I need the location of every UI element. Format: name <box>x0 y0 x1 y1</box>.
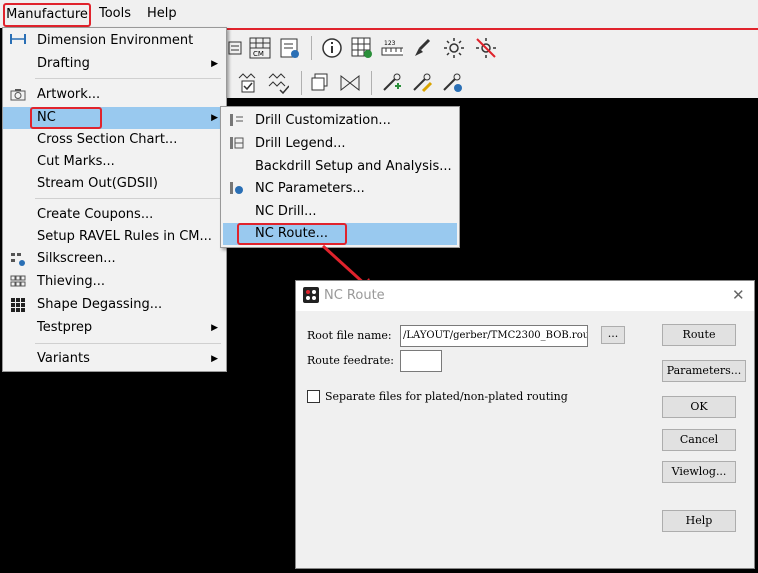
dimension-icon <box>9 33 27 49</box>
toolbar-separator <box>301 71 302 95</box>
dialog-title: NC Route <box>324 288 385 303</box>
browse-button[interactable]: ... <box>601 326 625 344</box>
menu-item-testprep[interactable]: Testprep ▶ <box>3 317 226 339</box>
svg-text:CM: CM <box>253 50 264 58</box>
menu-manufacture[interactable]: Manufacture <box>3 3 91 27</box>
submenu-arrow-icon: ▶ <box>211 354 218 364</box>
table-info-icon[interactable] <box>351 37 373 59</box>
drill-legend-icon <box>227 136 245 152</box>
probe-settings-icon[interactable] <box>441 72 463 94</box>
sun-icon[interactable] <box>443 37 465 59</box>
toolbar-separator <box>371 71 372 95</box>
route-button[interactable]: Route <box>662 324 736 346</box>
probe-add-icon[interactable] <box>381 72 403 94</box>
manufacture-menu: Dimension Environment Drafting ▶ Artwork… <box>2 27 227 372</box>
menu-bar: Manufacture Tools Help <box>0 0 758 28</box>
cancel-button[interactable]: Cancel <box>662 429 736 451</box>
cm-grid-icon[interactable]: CM <box>249 37 271 59</box>
document-settings-icon[interactable] <box>279 37 301 59</box>
toolbar: CM 123 <box>225 30 758 98</box>
menu-item-nc-parameters[interactable]: NC Parameters... <box>221 178 459 200</box>
camera-icon <box>9 87 27 103</box>
menu-item-cut-marks[interactable]: Cut Marks... <box>3 151 226 173</box>
toolbar-partial-icon[interactable] <box>225 37 247 59</box>
separate-files-label: Separate files for plated/non-plated rou… <box>325 390 568 403</box>
separate-files-checkbox[interactable] <box>307 390 320 403</box>
menu-separator <box>35 343 221 344</box>
thieving-icon <box>9 274 27 290</box>
menu-separator <box>35 198 221 199</box>
menu-item-drill-legend[interactable]: Drill Legend... <box>221 133 459 155</box>
close-icon[interactable]: ✕ <box>732 286 745 304</box>
menu-item-create-coupons[interactable]: Create Coupons... <box>3 204 226 226</box>
ruler-icon[interactable]: 123 <box>381 37 403 59</box>
parameters-button[interactable]: Parameters... <box>662 360 746 382</box>
menu-item-dimension-environment[interactable]: Dimension Environment <box>3 30 226 52</box>
menu-item-silkscreen[interactable]: Silkscreen... <box>3 248 226 270</box>
menu-item-nc-drill[interactable]: NC Drill... <box>221 201 459 223</box>
info-icon[interactable] <box>321 37 343 59</box>
menu-item-nc[interactable]: NC ▶ <box>3 107 226 129</box>
wave-check-icon[interactable] <box>267 72 289 94</box>
brush-icon[interactable] <box>411 37 433 59</box>
silkscreen-icon <box>9 251 27 267</box>
help-button[interactable]: Help <box>662 510 736 532</box>
menu-item-setup-ravel-rules[interactable]: Setup RAVEL Rules in CM... <box>3 226 226 248</box>
viewlog-button[interactable]: Viewlog... <box>662 461 736 483</box>
root-file-input[interactable]: /LAYOUT/gerber/TMC2300_BOB.rou <box>400 325 588 347</box>
bowtie-icon[interactable] <box>339 72 361 94</box>
menu-item-stream-out[interactable]: Stream Out(GDSII) <box>3 173 226 195</box>
menu-item-shape-degassing[interactable]: Shape Degassing... <box>3 294 226 316</box>
root-file-label: Root file name: <box>307 329 392 342</box>
grid-icon <box>9 297 27 313</box>
layers-icon[interactable] <box>309 72 331 94</box>
menu-tools[interactable]: Tools <box>99 4 131 24</box>
feedrate-label: Route feedrate: <box>307 354 395 367</box>
probe-edit-icon[interactable] <box>411 72 433 94</box>
submenu-arrow-icon: ▶ <box>211 59 218 69</box>
ok-button[interactable]: OK <box>662 396 736 418</box>
drill-custom-icon <box>227 113 245 129</box>
menu-item-cross-section-chart[interactable]: Cross Section Chart... <box>3 129 226 151</box>
toolbar-separator <box>311 36 312 60</box>
menu-item-artwork[interactable]: Artwork... <box>3 84 226 106</box>
menu-separator <box>35 78 221 79</box>
menu-item-backdrill-setup[interactable]: Backdrill Setup and Analysis... <box>221 156 459 178</box>
menu-help[interactable]: Help <box>147 4 177 24</box>
app-logo-icon <box>303 287 319 307</box>
nc-route-dialog: NC Route ✕ Root file name: /LAYOUT/gerbe… <box>295 280 755 569</box>
submenu-arrow-icon: ▶ <box>211 113 218 123</box>
submenu-arrow-icon: ▶ <box>211 323 218 333</box>
menu-item-variants[interactable]: Variants ▶ <box>3 348 226 370</box>
dialog-titlebar: NC Route ✕ <box>296 281 754 311</box>
feedrate-input[interactable] <box>400 350 442 372</box>
nc-submenu: Drill Customization... Drill Legend... B… <box>220 106 460 248</box>
sun-off-icon[interactable] <box>475 37 497 59</box>
menu-item-drill-customization[interactable]: Drill Customization... <box>221 110 459 132</box>
menu-item-thieving[interactable]: Thieving... <box>3 271 226 293</box>
check-wave-icon[interactable] <box>237 72 259 94</box>
menu-item-drafting[interactable]: Drafting ▶ <box>3 53 226 75</box>
nc-parameters-icon <box>227 181 245 197</box>
svg-text:123: 123 <box>384 40 396 47</box>
